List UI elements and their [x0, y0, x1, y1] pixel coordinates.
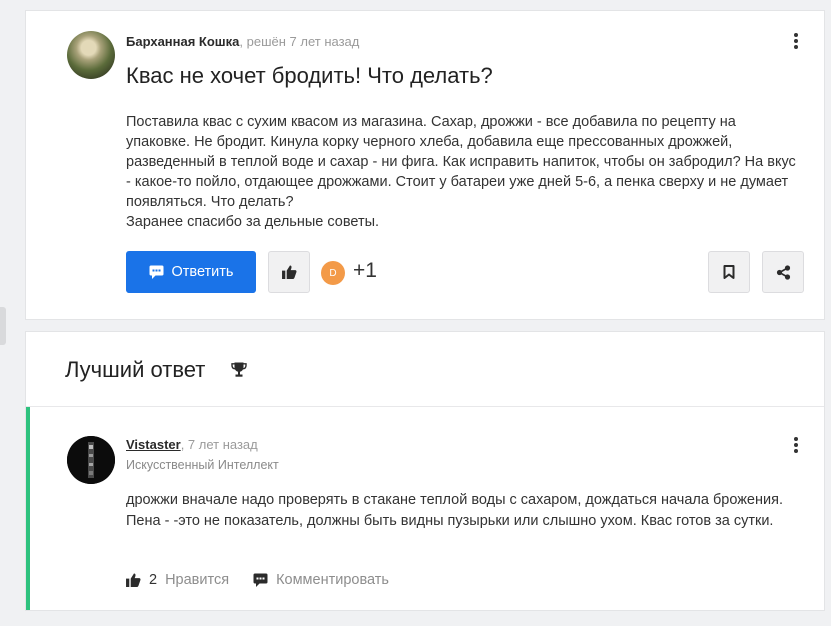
thumbs-up-icon [281, 265, 297, 279]
liker-avatar[interactable]: D [321, 261, 345, 285]
trophy-icon [231, 362, 247, 377]
answer-author-link[interactable]: Vistaster [126, 437, 181, 452]
comment-icon [253, 573, 268, 587]
question-body: Поставила квас с сухим квасом из магазин… [126, 114, 796, 230]
bookmark-button[interactable] [708, 251, 750, 293]
answer-like-count: 2 [149, 572, 158, 588]
answer-comment-button[interactable]: Комментировать [253, 572, 389, 588]
answer-author-rank: Искусственный Интеллект [126, 458, 279, 472]
like-button[interactable] [268, 251, 310, 293]
answer-actions: 2 Нравится Комментировать [126, 572, 389, 588]
section-divider [26, 406, 824, 407]
best-answer-accent-bar [26, 407, 30, 610]
answer-kebab-menu-icon[interactable] [786, 435, 806, 455]
answer-author-avatar[interactable] [67, 436, 115, 484]
answer-meta: Vistaster, 7 лет назад [126, 437, 258, 452]
share-icon [776, 264, 790, 280]
question-title: Квас не хочет бродить! Что делать? [126, 63, 493, 88]
question-meta: Барханная Кошка, решён 7 лет назад [126, 34, 359, 49]
question-meta-time: , решён 7 лет назад [239, 34, 360, 49]
answer-comment-label: Комментировать [276, 572, 389, 588]
best-answer-heading: Лучший ответ [65, 357, 206, 382]
answer-like-label: Нравится [165, 572, 230, 588]
avatar-figure [67, 436, 115, 484]
best-answer-card: Лучший ответ Vistaster, 7 лет назад Иску… [25, 331, 825, 611]
side-tab[interactable] [0, 307, 6, 345]
question-card: Барханная Кошка, решён 7 лет назад Квас … [25, 10, 825, 320]
comment-icon [149, 265, 163, 279]
question-kebab-menu-icon[interactable] [786, 31, 806, 51]
question-author-avatar[interactable] [67, 31, 115, 79]
question-author-link[interactable]: Барханная Кошка [126, 34, 239, 49]
thumbs-up-icon [126, 573, 141, 587]
answer-button[interactable]: Ответить [126, 251, 256, 293]
answer-button-label: Ответить [171, 264, 234, 280]
answer-body: дрожжи вначале надо проверять в стакане … [126, 492, 783, 529]
share-button[interactable] [762, 251, 804, 293]
answer-meta-time: , 7 лет назад [180, 437, 258, 452]
bookmark-icon [723, 265, 735, 279]
question-like-count: +1 [353, 259, 377, 282]
answer-like-button[interactable]: 2 Нравится [126, 572, 229, 588]
